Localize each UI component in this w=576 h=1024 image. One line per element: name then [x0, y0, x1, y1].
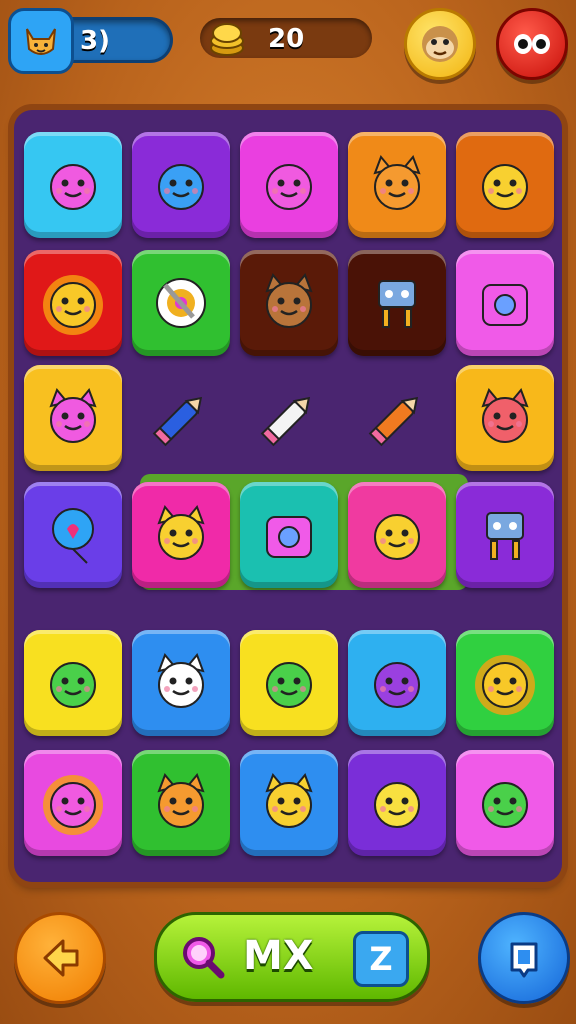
tile-green-ball[interactable] — [240, 630, 338, 736]
monkey-face-icon[interactable] — [404, 8, 476, 80]
tile-orange-pencil[interactable] — [348, 365, 446, 471]
tile-yellow-bear[interactable] — [240, 750, 338, 856]
tile-red-cat[interactable] — [456, 365, 554, 471]
coin-stack-icon — [210, 23, 244, 56]
yellow-bear-icon — [265, 773, 313, 828]
word-bar: MX Z — [154, 912, 430, 1002]
word-text: MX — [243, 933, 314, 979]
tile-blue-pencil[interactable] — [132, 365, 230, 471]
sun-face-icon — [43, 275, 103, 335]
tile-green-dino[interactable] — [24, 630, 122, 736]
purple-ball-icon — [374, 662, 420, 708]
tile-target[interactable] — [132, 250, 230, 356]
tile-white-pencil[interactable] — [240, 365, 338, 471]
lemon-face-icon — [374, 782, 420, 828]
heart-gadget-icon — [482, 284, 528, 326]
key-tool-icon — [378, 280, 416, 328]
tile-pink-sun[interactable] — [24, 750, 122, 856]
sun-face-2-icon — [475, 655, 535, 715]
blue-pencil-icon — [152, 396, 203, 447]
pink-cat-icon — [49, 388, 97, 443]
tile-heart-balloon[interactable] — [24, 482, 122, 588]
tile-blue-fish[interactable] — [132, 132, 230, 238]
coins-value: 20 — [268, 24, 305, 54]
yellow-face-icon — [374, 514, 420, 560]
tile-pink-fish[interactable] — [24, 132, 122, 238]
tile-purple-ball[interactable] — [348, 630, 446, 736]
red-cat-icon — [481, 388, 529, 443]
target-icon — [156, 278, 206, 328]
tile-sun-face-2[interactable] — [456, 630, 554, 736]
tile-yellow-face[interactable] — [348, 482, 446, 588]
yellow-bird-icon — [482, 164, 528, 210]
brown-bear-icon — [265, 273, 313, 328]
tile-orange-lion[interactable] — [132, 750, 230, 856]
robot-icon — [486, 512, 524, 560]
tile-heart-gadget[interactable] — [456, 250, 554, 356]
cat-face-icon — [8, 8, 74, 74]
green-dino-icon — [50, 662, 96, 708]
tile-orange-bear[interactable] — [348, 132, 446, 238]
tile-sun-face[interactable] — [24, 250, 122, 356]
z-label: Z — [369, 940, 393, 978]
orange-bear-icon — [373, 155, 421, 210]
tile-green-bird[interactable] — [456, 750, 554, 856]
back-arrow-icon[interactable] — [14, 912, 106, 1004]
tile-lemon-face[interactable] — [348, 750, 446, 856]
tile-pink-cat[interactable] — [24, 365, 122, 471]
heart-balloon-icon — [52, 508, 94, 564]
tile-key-tool[interactable] — [348, 250, 446, 356]
tile-yellow-bear-legs[interactable] — [132, 482, 230, 588]
z-button[interactable]: Z — [353, 931, 409, 987]
square-icon[interactable] — [478, 912, 570, 1004]
blue-fish-icon — [158, 164, 204, 210]
tile-brown-bear[interactable] — [240, 250, 338, 356]
pink-sun-icon — [43, 775, 103, 835]
tile-pink-monster[interactable] — [240, 132, 338, 238]
lives-value: 3) — [80, 26, 110, 56]
magnifier-icon[interactable] — [175, 929, 229, 983]
tile-yellow-bird[interactable] — [456, 132, 554, 238]
game-board — [14, 110, 562, 882]
eyes-icon[interactable] — [496, 8, 568, 80]
yellow-bear-legs-icon — [157, 505, 205, 560]
green-ball-icon — [266, 662, 312, 708]
green-bird-icon — [482, 782, 528, 828]
white-cat-icon — [157, 653, 205, 708]
tile-robot[interactable] — [456, 482, 554, 588]
orange-pencil-icon — [368, 396, 419, 447]
tile-white-cat[interactable] — [132, 630, 230, 736]
white-pencil-icon — [260, 396, 311, 447]
orange-lion-icon — [157, 773, 205, 828]
pink-monster-icon — [266, 164, 312, 210]
top-hud: 3) 20 — [0, 0, 576, 90]
pink-bag-icon — [266, 516, 312, 558]
pink-fish-icon — [50, 164, 96, 210]
tile-pink-bag[interactable] — [240, 482, 338, 588]
